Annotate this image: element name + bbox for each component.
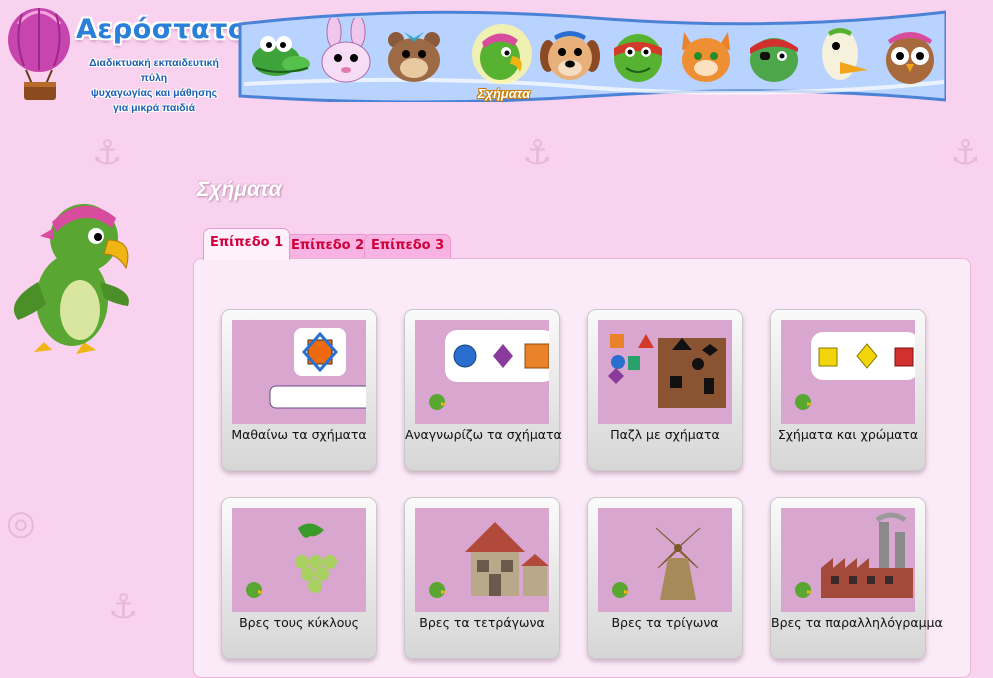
activity-card-find-triangles[interactable]: Βρες τα τρίγωνα (587, 497, 743, 659)
activity-card-recognize-shapes[interactable]: Αναγνωρίζω τα σχήματα (404, 309, 562, 471)
activity-label: Αναγνωρίζω τα σχήματα (405, 427, 562, 442)
nav-owl[interactable] (878, 18, 942, 88)
nav-parrot[interactable] (470, 18, 534, 88)
activity-card-find-circles[interactable]: Βρες τους κύκλους (221, 497, 377, 659)
find-squares-thumbnail (415, 508, 549, 612)
hamster-icon (388, 32, 440, 82)
tagline-line: Διαδικτυακή εκπαιδευτική πύλη (89, 57, 219, 84)
turtle-icon (614, 34, 662, 82)
anchor-icon: ⚓ (108, 587, 139, 627)
activity-thumbnail (781, 508, 915, 612)
owl-icon (886, 32, 934, 84)
tagline-line: για μικρά παιδιά (112, 102, 196, 114)
nav-cat[interactable] (674, 18, 738, 88)
recognize-shapes-thumbnail (415, 320, 549, 424)
tab-level-1[interactable]: Επίπεδο 1 (203, 228, 291, 260)
activity-thumbnail (232, 320, 366, 424)
page-title: Σχήματα (197, 178, 282, 201)
shapes-colors-thumbnail (781, 320, 915, 424)
site-tagline: Διαδικτυακή εκπαιδευτική πύλη ψυχαγωγίας… (78, 56, 230, 116)
find-circles-thumbnail (232, 508, 366, 612)
activity-label: Σχήματα και χρώματα (777, 427, 919, 442)
activity-card-shape-puzzle[interactable]: Παζλ με σχήματα (587, 309, 743, 471)
find-parallelograms-thumbnail (781, 508, 915, 612)
anchor-icon: ⚓ (522, 133, 553, 173)
tab-level-3[interactable]: Επίπεδο 3 (364, 234, 452, 258)
activity-thumbnail (232, 508, 366, 612)
nav-bunny[interactable] (314, 15, 378, 88)
activity-label: Βρες τα τρίγωνα (611, 615, 719, 630)
activity-label: Βρες τα παραλληλόγραμμα (771, 615, 943, 630)
nav-hamster[interactable] (382, 18, 446, 88)
pirate-turtle-icon (750, 38, 798, 82)
activity-card-shapes-colors[interactable]: Σχήματα και χρώματα (770, 309, 926, 471)
activity-label: Μαθαίνω τα σχήματα (231, 427, 367, 442)
parrot-mascot (13, 204, 129, 354)
parrot-icon (472, 24, 532, 84)
activity-thumbnail (598, 320, 732, 424)
shape-puzzle-thumbnail (598, 320, 732, 424)
activity-label: Βρες τους κύκλους (239, 615, 359, 630)
hot-air-balloon-icon (8, 8, 70, 100)
lifebuoy-icon: ◎ (6, 503, 36, 543)
crocodile-icon (252, 36, 310, 76)
duck-icon (822, 28, 868, 80)
activity-thumbnail (598, 508, 732, 612)
tagline-line: ψυχαγωγίας και μάθησης (90, 87, 218, 99)
activity-label: Παζλ με σχήματα (610, 427, 720, 442)
character-nav: Σχήματα (234, 4, 946, 102)
bunny-icon (321, 15, 371, 83)
activity-label: Βρες τα τετράγωνα (419, 615, 545, 630)
nav-crocodile[interactable] (246, 18, 310, 88)
dog-icon (540, 31, 600, 80)
anchor-icon: ⚓ (92, 133, 123, 173)
nav-dog[interactable] (538, 18, 602, 88)
brand-name: Αερόστατο (76, 14, 247, 45)
activity-card-learn-shapes[interactable]: Μαθαίνω τα σχήματα (221, 309, 377, 471)
find-triangles-thumbnail (598, 508, 732, 612)
activity-thumbnail (415, 508, 549, 612)
nav-pirate-turtle[interactable] (742, 18, 806, 88)
activity-card-find-squares[interactable]: Βρες τα τετράγωνα (404, 497, 560, 659)
learn-shapes-thumbnail (232, 320, 366, 424)
activity-thumbnail (415, 320, 549, 424)
cat-icon (682, 32, 730, 82)
nav-duck[interactable] (810, 18, 874, 88)
anchor-icon: ⚓ (950, 133, 981, 173)
activity-card-find-parallelograms[interactable]: Βρες τα παραλληλόγραμμα (770, 497, 943, 659)
site-logo[interactable]: Αερόστατο Διαδικτυακή εκπαιδευτική πύλη … (0, 0, 246, 114)
tab-level-2[interactable]: Επίπεδο 2 (284, 234, 372, 258)
activity-thumbnail (781, 320, 915, 424)
nav-active-label[interactable]: Σχήματα (474, 86, 534, 101)
nav-turtle[interactable] (606, 18, 670, 88)
